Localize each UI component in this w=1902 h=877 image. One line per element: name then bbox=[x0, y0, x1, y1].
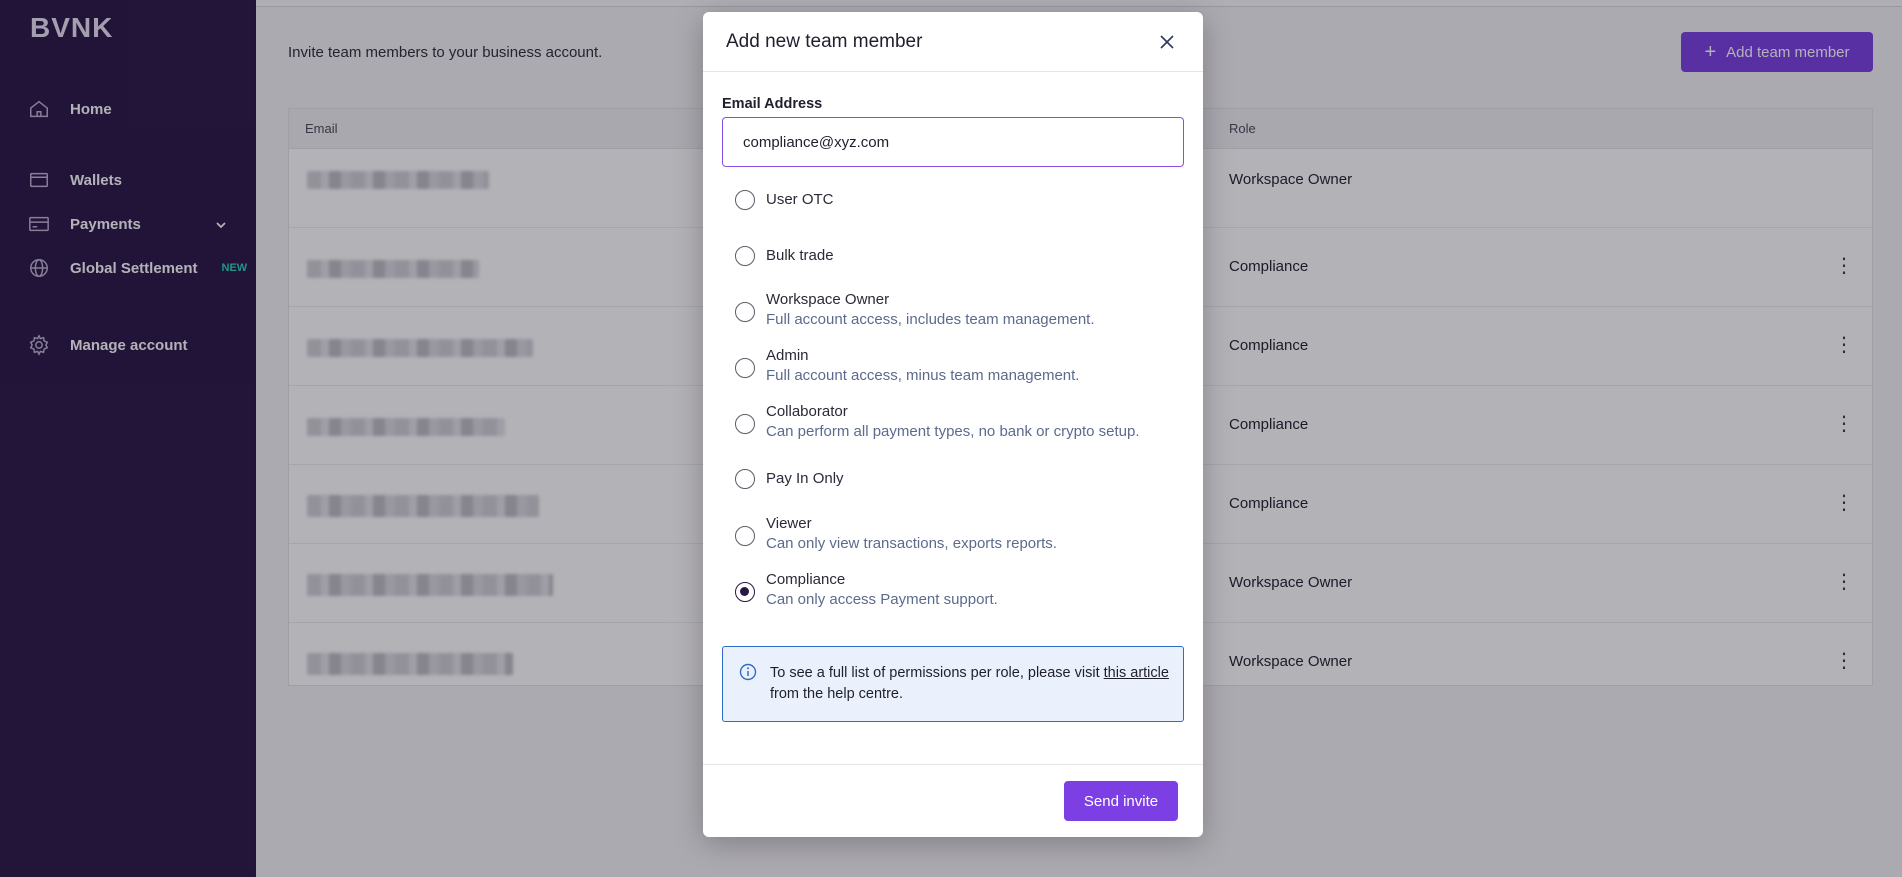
role-option-admin[interactable]: Admin Full account access, minus team ma… bbox=[735, 346, 1079, 386]
info-prefix: To see a full list of permissions per ro… bbox=[770, 665, 1104, 681]
option-title: Viewer bbox=[766, 515, 812, 532]
option-title: Collaborator bbox=[766, 403, 848, 420]
option-description: Can only access Payment support. bbox=[766, 591, 998, 608]
info-callout: To see a full list of permissions per ro… bbox=[722, 646, 1184, 722]
radio-button-selected[interactable] bbox=[735, 582, 755, 602]
info-icon bbox=[739, 663, 757, 681]
role-option-workspace-owner[interactable]: Workspace Owner Full account access, inc… bbox=[735, 290, 1095, 330]
email-field[interactable] bbox=[722, 117, 1184, 167]
modal-footer: Send invite bbox=[703, 764, 1203, 837]
radio-button[interactable] bbox=[735, 469, 755, 489]
option-title: User OTC bbox=[766, 191, 834, 208]
option-description: Full account access, includes team manag… bbox=[766, 311, 1095, 328]
radio-button[interactable] bbox=[735, 526, 755, 546]
info-text: To see a full list of permissions per ro… bbox=[770, 663, 1170, 705]
role-option-pay-in-only[interactable]: Pay In Only bbox=[735, 469, 844, 489]
option-title: Bulk trade bbox=[766, 247, 834, 264]
option-title: Compliance bbox=[766, 571, 846, 588]
role-option-viewer[interactable]: Viewer Can only view transactions, expor… bbox=[735, 514, 1057, 554]
add-team-member-modal: Add new team member Email Address User O… bbox=[703, 12, 1203, 837]
send-invite-button[interactable]: Send invite bbox=[1064, 781, 1178, 821]
option-title: Pay In Only bbox=[766, 470, 844, 487]
role-option-user-otc[interactable]: User OTC bbox=[735, 190, 834, 210]
role-option-bulk-trade[interactable]: Bulk trade bbox=[735, 246, 834, 266]
option-description: Can only view transactions, exports repo… bbox=[766, 535, 1057, 552]
role-option-collaborator[interactable]: Collaborator Can perform all payment typ… bbox=[735, 402, 1140, 442]
email-label: Email Address bbox=[722, 96, 823, 112]
option-description: Full account access, minus team manageme… bbox=[766, 367, 1080, 384]
modal-header: Add new team member bbox=[703, 12, 1203, 72]
close-icon[interactable] bbox=[1159, 34, 1175, 50]
radio-button[interactable] bbox=[735, 302, 755, 322]
radio-button[interactable] bbox=[735, 246, 755, 266]
radio-button[interactable] bbox=[735, 190, 755, 210]
option-title: Workspace Owner bbox=[766, 291, 890, 308]
help-article-link[interactable]: this article bbox=[1104, 665, 1169, 681]
modal-title: Add new team member bbox=[726, 31, 923, 52]
role-option-compliance[interactable]: Compliance Can only access Payment suppo… bbox=[735, 570, 998, 610]
option-title: Admin bbox=[766, 347, 809, 364]
option-description: Can perform all payment types, no bank o… bbox=[766, 423, 1140, 440]
radio-button[interactable] bbox=[735, 358, 755, 378]
info-suffix: from the help centre. bbox=[770, 686, 903, 702]
radio-button[interactable] bbox=[735, 414, 755, 434]
